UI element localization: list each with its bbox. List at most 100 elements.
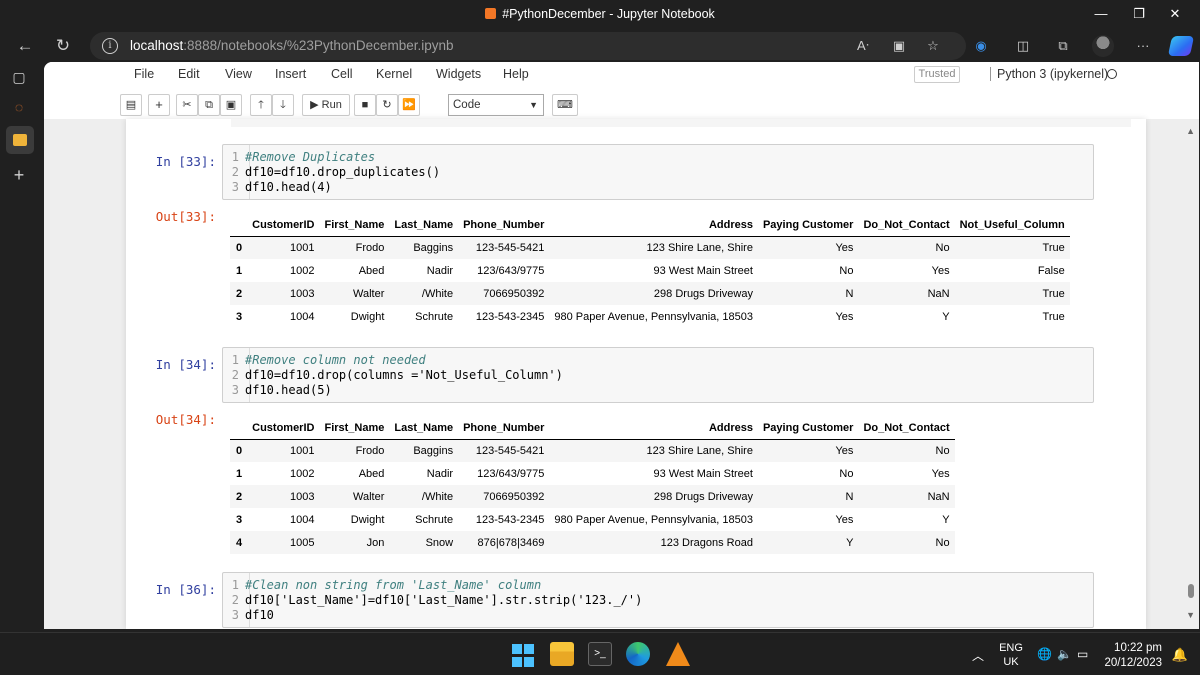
table-cell: Nadir [426, 264, 454, 277]
tab-actions-icon[interactable]: ▢ [8, 66, 30, 88]
cut-icon[interactable]: ✂ [176, 94, 198, 116]
column-header: Last_Name [389, 214, 459, 237]
battery-icon[interactable]: ▭ [1077, 647, 1088, 661]
windows-start-icon[interactable] [512, 644, 536, 668]
copilot-icon[interactable] [1167, 36, 1195, 56]
site-info-icon[interactable]: i [102, 38, 118, 54]
code-cell-input[interactable]: 1 #Remove Duplicates 2 df10=df10.drop_dupl… [222, 144, 1094, 200]
taskbar: >_ ︿ ENG UK 🌐 🔈 ▭ 10:22 pm 20/12/2023 🔔 [0, 632, 1200, 675]
input-language[interactable]: ENG UK [998, 641, 1024, 669]
column-header: Last_Name [389, 417, 459, 440]
menu-cell[interactable]: Cell [331, 67, 353, 81]
table-cell: Y [942, 310, 950, 323]
system-clock[interactable]: 10:22 pm 20/12/2023 [1104, 641, 1162, 671]
favorite-star-icon[interactable]: ☆ [924, 37, 942, 55]
paste-icon[interactable]: ▣ [220, 94, 242, 116]
volume-icon[interactable]: 🔈 [1057, 647, 1072, 661]
jupyter-app-icon [485, 8, 497, 19]
column-header: Not_Useful_Column [954, 214, 1070, 237]
trusted-badge[interactable]: Trusted [914, 66, 960, 83]
edge-browser-icon[interactable] [626, 642, 650, 666]
back-icon[interactable]: ← [12, 34, 38, 58]
code-cell-input[interactable]: 1 #Remove column not needed 2 df10=df10.dr… [222, 347, 1094, 403]
menu-kernel[interactable]: Kernel [376, 67, 412, 81]
profile-avatar[interactable] [1092, 35, 1114, 57]
menu-view[interactable]: View [225, 67, 252, 81]
file-explorer-icon[interactable] [550, 642, 574, 666]
restart-icon[interactable]: ↻ [376, 94, 398, 116]
table-cell: NaN [927, 287, 950, 300]
table-cell: 7066950392 [483, 490, 545, 503]
column-header: CustomerID [247, 417, 320, 440]
interrupt-icon[interactable]: ■ [354, 94, 376, 116]
run-button[interactable]: ▶ Run [302, 94, 350, 116]
code-line: df10=df10.drop(columns ='Not_Useful_Colu… [245, 368, 563, 382]
close-button[interactable]: ✕ [1160, 4, 1190, 24]
table-cell: Yes [835, 310, 854, 323]
immersive-reader-icon[interactable]: ▣ [890, 37, 908, 55]
command-palette-icon[interactable]: ⌨ [552, 94, 578, 116]
column-header: Address [549, 214, 758, 237]
tab-jupyter-favicon-icon[interactable]: ◌ [8, 96, 30, 118]
restore-button[interactable]: ❐ [1124, 4, 1154, 24]
notebook-toolbar: ▤ + ✂ ⧉ ▣ 🡑 🡓 ▶ Run ■ ↻ ⏩ Code ▼ ⌨ [120, 94, 1100, 116]
table-cell: Dwight [350, 310, 385, 323]
move-up-icon[interactable]: 🡑 [250, 94, 272, 116]
table-cell: 1001 [289, 241, 315, 254]
chevron-down-icon: ▼ [529, 100, 538, 110]
address-bar[interactable]: i localhost:8888/notebooks/%23PythonDece… [90, 32, 966, 60]
table-cell: False [1037, 264, 1065, 277]
table-cell: N [845, 490, 854, 503]
row-index: 2 [236, 490, 243, 503]
dataframe-table: CustomerID First_Name Last_Name Phone_Numbe… [230, 417, 955, 554]
table-cell: 298 Drugs Driveway [653, 490, 753, 503]
tab-active-favicon-icon[interactable] [6, 126, 34, 154]
scroll-down-icon[interactable]: ▼ [1186, 610, 1195, 620]
notification-bell-icon[interactable]: 🔔 [1172, 647, 1188, 663]
table-row: 3 1004 Dwight Schrute 123-543-2345 980 Paper … [230, 508, 955, 531]
move-down-icon[interactable]: 🡓 [272, 94, 294, 116]
menu-help[interactable]: Help [503, 67, 529, 81]
kernel-name[interactable]: Python 3 (ipykernel) [990, 67, 1108, 81]
copy-icon[interactable]: ⧉ [198, 94, 220, 116]
table-cell: 93 West Main Street [653, 264, 753, 277]
url-text[interactable]: localhost:8888/notebooks/%23PythonDecemb… [130, 38, 453, 53]
code-cell-input[interactable]: 1 #Clean non string from 'Last_Name' colu… [222, 572, 1094, 628]
table-cell: Snow [425, 536, 454, 549]
minimize-button[interactable]: — [1086, 4, 1116, 24]
refresh-icon[interactable]: ↻ [50, 34, 76, 58]
clock-date: 20/12/2023 [1104, 657, 1162, 669]
table-cell: Yes [835, 444, 854, 457]
row-index: 0 [236, 444, 243, 457]
row-index: 1 [236, 467, 243, 480]
scrollbar-thumb[interactable] [1188, 584, 1194, 598]
new-tab-icon[interactable]: + [8, 164, 30, 186]
more-options-icon[interactable]: ··· [1134, 38, 1152, 54]
row-index: 2 [236, 287, 243, 300]
collections-icon[interactable]: ⧉ [1054, 38, 1072, 54]
menu-file[interactable]: File [134, 67, 154, 81]
dataframe-table: CustomerID First_Name Last_Name Phone_Numbe… [230, 214, 1070, 328]
vlc-icon[interactable] [666, 642, 690, 666]
extension-icon[interactable]: ◉ [972, 38, 990, 54]
read-aloud-icon[interactable]: Aᐧ [854, 37, 872, 55]
scroll-up-icon[interactable]: ▲ [1186, 126, 1195, 136]
column-header: Paying Customer [757, 214, 859, 237]
insert-cell-icon[interactable]: + [148, 94, 170, 116]
network-icon[interactable]: 🌐 [1037, 647, 1052, 661]
output-prompt: Out[34]: [155, 412, 216, 427]
table-cell: 123/643/9775 [477, 467, 545, 480]
cell-type-select[interactable]: Code ▼ [448, 94, 544, 116]
menu-edit[interactable]: Edit [178, 67, 200, 81]
table-cell: 123 Shire Lane, Shire [646, 241, 753, 254]
show-hidden-icons-icon[interactable]: ︿ [972, 647, 984, 664]
restart-run-all-icon[interactable]: ⏩ [398, 94, 420, 116]
menu-insert[interactable]: Insert [275, 67, 306, 81]
split-screen-icon[interactable]: ◫ [1014, 38, 1032, 54]
table-cell: Schrute [415, 310, 454, 323]
table-cell: 876|678|3469 [477, 536, 545, 549]
table-cell: 123-545-5421 [475, 241, 545, 254]
terminal-icon[interactable]: >_ [588, 642, 612, 666]
menu-widgets[interactable]: Widgets [436, 67, 481, 81]
save-icon[interactable]: ▤ [120, 94, 142, 116]
